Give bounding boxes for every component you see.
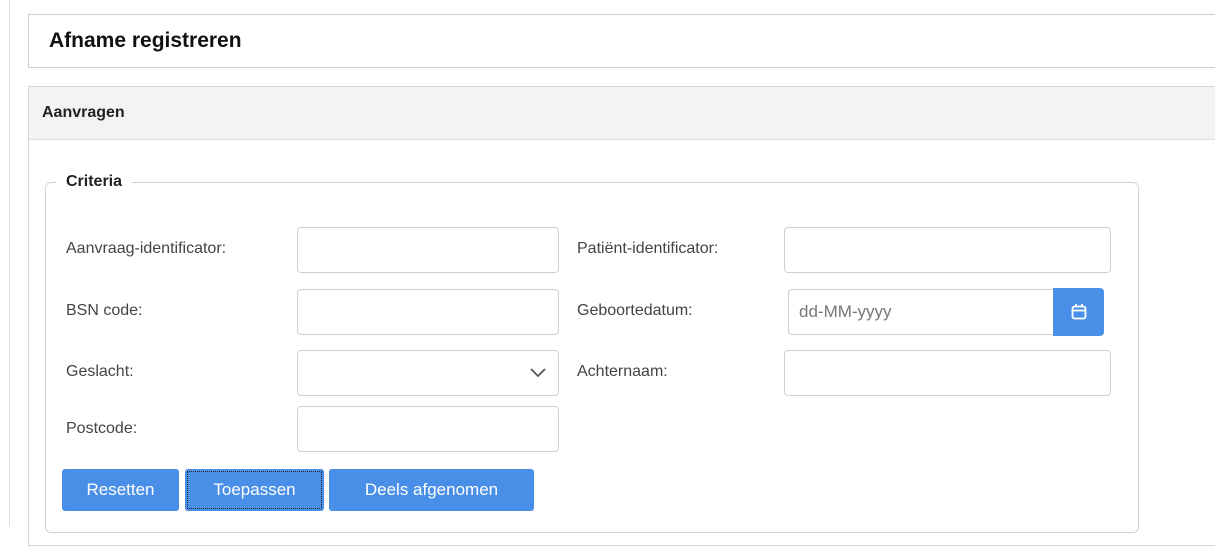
geslacht-select[interactable] (297, 350, 559, 396)
geboortedatum-input[interactable] (788, 289, 1054, 335)
aanvraag-id-input[interactable] (297, 227, 559, 273)
achternaam-label: Achternaam: (577, 363, 668, 380)
patient-id-input[interactable] (784, 227, 1111, 273)
patient-id-label: Patiënt-identificator: (577, 240, 719, 257)
panel-header: Aanvragen (29, 87, 1215, 140)
apply-button[interactable]: Toepassen (185, 469, 324, 511)
reset-button[interactable]: Resetten (62, 469, 179, 511)
aanvraag-id-label: Aanvraag-identificator: (66, 240, 227, 257)
postcode-input[interactable] (297, 406, 559, 452)
page-title: Afname registreren (49, 29, 242, 52)
bsn-label: BSN code: (66, 302, 143, 319)
geboortedatum-label: Geboortedatum: (577, 302, 693, 319)
geslacht-label: Geslacht: (66, 363, 134, 380)
left-divider (9, 0, 10, 526)
panel-title: Aanvragen (42, 104, 125, 121)
calendar-icon (1071, 304, 1086, 320)
criteria-legend: Criteria (66, 173, 123, 190)
calendar-button[interactable] (1053, 288, 1104, 336)
achternaam-input[interactable] (784, 350, 1111, 396)
postcode-label: Postcode: (66, 420, 138, 437)
chevron-down-icon (530, 368, 546, 378)
bsn-input[interactable] (297, 289, 559, 335)
partial-button[interactable]: Deels afgenomen (329, 469, 534, 511)
page-title-bar: Afname registreren (28, 14, 1215, 68)
